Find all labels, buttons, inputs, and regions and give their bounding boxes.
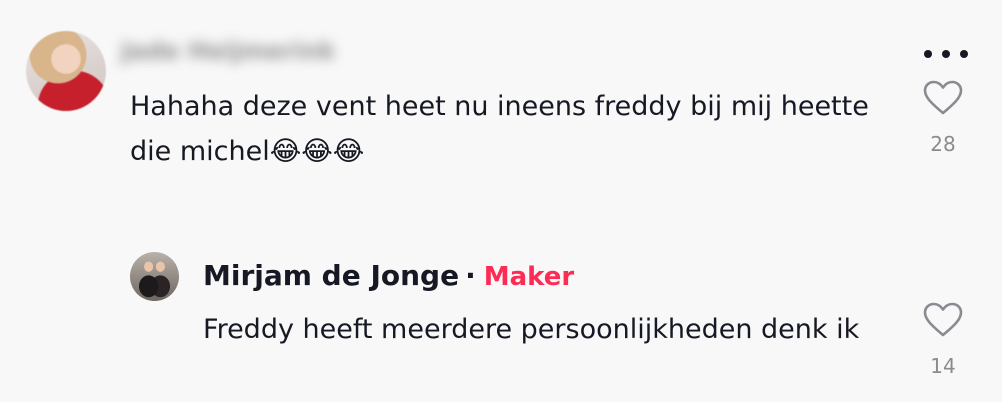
reply-author-name[interactable]: Mirjam de Jonge — [203, 259, 459, 292]
separator-dot: · — [465, 259, 476, 292]
commenter-avatar[interactable] — [26, 31, 106, 111]
maker-badge: Maker — [483, 262, 575, 292]
like-button[interactable] — [923, 80, 963, 120]
comment-text: Hahaha deze vent heet nu ineens freddy b… — [130, 91, 869, 167]
more-options-icon[interactable] — [924, 44, 968, 64]
reply-like-button[interactable] — [923, 302, 963, 342]
reply-author-line: Mirjam de Jonge · Maker — [203, 255, 574, 297]
heart-icon — [923, 302, 963, 337]
heart-icon — [923, 80, 963, 115]
comment-like-count: 28 — [930, 132, 956, 156]
reply-text: Freddy heeft meerdere persoonlijkheden d… — [203, 314, 860, 345]
reply-author-avatar[interactable] — [130, 252, 179, 301]
commenter-name[interactable]: Jade Heijmerink — [121, 33, 335, 69]
reply-like-count: 14 — [930, 354, 956, 378]
